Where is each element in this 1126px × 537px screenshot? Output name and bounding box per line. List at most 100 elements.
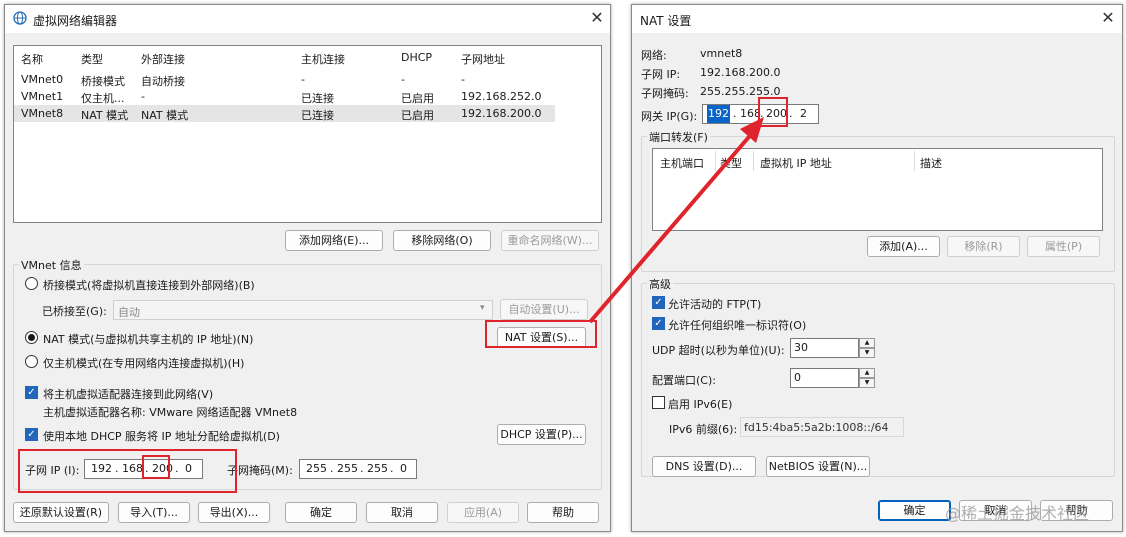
dns-settings-button[interactable]: DNS 设置(D)... [652,456,756,477]
auto-settings-button[interactable]: 自动设置(U)... [500,299,588,320]
cancel-button[interactable]: 取消 [366,502,438,523]
remove-button[interactable]: 移除(R) [947,236,1020,257]
arrow-down-icon[interactable]: ▼ [859,348,875,358]
arrow-up-icon[interactable]: ▲ [859,338,875,348]
connect-adapter-label[interactable]: 将主机虚拟适配器连接到此网络(V) [43,386,213,402]
annotation-subnet-octet-box [142,455,170,479]
host-only-label[interactable]: 仅主机模式(在专用网络内连接虚拟机)(H) [43,355,244,371]
col-divider [715,151,716,171]
col-header[interactable]: 名称 [21,51,43,67]
subnet-mask-label: 子网掩码: [641,87,689,100]
allow-oui-label[interactable]: 允许任何组织唯一标识符(O) [668,317,806,333]
ok-button[interactable]: 确定 [878,500,951,521]
allow-ftp-label[interactable]: 允许活动的 FTP(T) [668,296,761,312]
add-network-button[interactable]: 添加网络(E)... [285,230,383,251]
enable-ipv6-label[interactable]: 启用 IPv6(E) [668,396,732,412]
annotation-subnet-ip-box [18,449,237,493]
allow-ftp-checkbox[interactable]: ✓ [652,296,665,309]
ip-dot: . [733,107,737,120]
gateway-label: 网关 IP(G): [641,110,698,123]
subnet-ip-label: 子网 IP: [641,68,681,81]
udp-timeout-label: UDP 超时(以秒为单位)(U): [652,344,785,357]
window-title: 虚拟网络编辑器 [33,14,118,28]
rename-network-button[interactable]: 重命名网络(W)... [501,230,599,251]
title-bar: NAT 设置 ✕ [632,5,1122,33]
ip-dot: . [390,462,394,475]
bridge-mode-radio[interactable] [25,277,38,290]
bridge-mode-label[interactable]: 桥接模式(将虚拟机直接连接到外部网络)(B) [43,277,255,293]
table-row[interactable]: VMnet0 桥接模式 自动桥接 - - - [14,71,601,88]
use-dhcp-label[interactable]: 使用本地 DHCP 服务将 IP 地址分配给虚拟机(D) [43,428,280,444]
ipv6-prefix-input[interactable]: fd15:4ba5:5a2b:1008::/64 [740,417,904,437]
import-button[interactable]: 导入(T)... [118,502,190,523]
ip-octet: 255 [306,462,327,475]
cell: - [301,73,305,86]
window-title: NAT 设置 [640,14,692,28]
cell: 已连接 [301,92,334,105]
cell: VMnet8 [21,107,64,120]
udp-timeout-stepper[interactable]: ▲ ▼ [859,338,875,358]
subnet-mask-input[interactable]: 255 . 255 . 255 . 0 [299,459,417,479]
udp-timeout-value: 30 [794,341,808,354]
restore-defaults-button[interactable]: 还原默认设置(R) [13,502,109,523]
apply-button[interactable]: 应用(A) [447,502,519,523]
host-only-radio[interactable] [25,355,38,368]
allow-oui-checkbox[interactable]: ✓ [652,317,665,330]
table-row-selected[interactable]: VMnet8 NAT 模式 NAT 模式 已连接 已启用 192.168.200… [14,105,555,122]
ipv6-prefix-label: IPv6 前缀(6): [669,423,738,436]
arrow-up-icon[interactable]: ▲ [859,368,875,378]
netbios-settings-button[interactable]: NetBIOS 设置(N)... [766,456,870,477]
col-header[interactable]: 外部连接 [141,51,185,67]
bridged-to-select[interactable]: 自动 ▾ [113,300,493,320]
cell: 桥接模式 [81,75,125,88]
cell: VMnet0 [21,73,64,86]
nat-mode-label[interactable]: NAT 模式(与虚拟机共享主机的 IP 地址)(N) [43,331,253,347]
nat-mode-radio[interactable] [25,331,38,344]
vmnet-info-title: VMnet 信息 [19,257,84,273]
network-list[interactable]: 名称 类型 外部连接 主机连接 DHCP 子网地址 VMnet0 桥接模式 自动… [13,45,602,223]
udp-timeout-input[interactable]: 30 [790,338,859,358]
help-button[interactable]: 帮助 [527,502,599,523]
config-port-label: 配置端口(C): [652,374,716,387]
cell: 自动桥接 [141,75,185,88]
subnet-ip-value: 192.168.200.0 [700,66,781,79]
close-icon[interactable]: ✕ [585,8,609,27]
add-button[interactable]: 添加(A)... [867,236,940,257]
export-button[interactable]: 导出(X)... [198,502,270,523]
col-header[interactable]: DHCP [401,51,432,64]
connect-adapter-checkbox[interactable]: ✓ [25,386,38,399]
cell: - [461,73,465,86]
col-divider [753,151,754,171]
use-dhcp-checkbox[interactable]: ✓ [25,428,38,441]
config-port-input[interactable]: 0 [790,368,859,388]
col-header[interactable]: 类型 [720,155,742,171]
cell: 192.168.252.0 [461,90,542,103]
list-header: 名称 类型 外部连接 主机连接 DHCP 子网地址 [14,46,601,68]
config-port-stepper[interactable]: ▲ ▼ [859,368,875,388]
ok-button[interactable]: 确定 [285,502,357,523]
config-port-value: 0 [794,371,801,384]
dhcp-settings-button[interactable]: DHCP 设置(P)... [497,424,586,445]
title-bar: 虚拟网络编辑器 ✕ [5,5,610,33]
col-header[interactable]: 主机端口 [660,155,704,171]
remove-network-button[interactable]: 移除网络(O) [393,230,491,251]
enable-ipv6-checkbox[interactable] [652,396,665,409]
ip-octet: 0 [400,462,407,475]
ip-dot: . [330,462,334,475]
col-header[interactable]: 虚拟机 IP 地址 [760,155,832,171]
col-header[interactable]: 主机连接 [301,51,345,67]
arrow-down-icon[interactable]: ▼ [859,378,875,388]
properties-button[interactable]: 属性(P) [1027,236,1100,257]
network-label: 网络: [641,49,667,62]
col-header[interactable]: 描述 [920,155,942,171]
ip-dot: . [360,462,364,475]
col-header[interactable]: 子网地址 [461,51,505,67]
port-forwarding-list[interactable]: 主机端口 类型 虚拟机 IP 地址 描述 [652,148,1103,231]
bridged-to-label: 已桥接至(G): [42,305,107,318]
annotation-gateway-octet-box [758,97,788,127]
col-header[interactable]: 类型 [81,51,103,67]
close-icon[interactable]: ✕ [1096,8,1120,27]
ipv6-prefix-value: fd15:4ba5:5a2b:1008::/64 [744,421,889,434]
table-row[interactable]: VMnet1 仅主机... - 已连接 已启用 192.168.252.0 [14,88,601,105]
adapter-name-text: 主机虚拟适配器名称: VMware 网络适配器 VMnet8 [43,406,298,419]
